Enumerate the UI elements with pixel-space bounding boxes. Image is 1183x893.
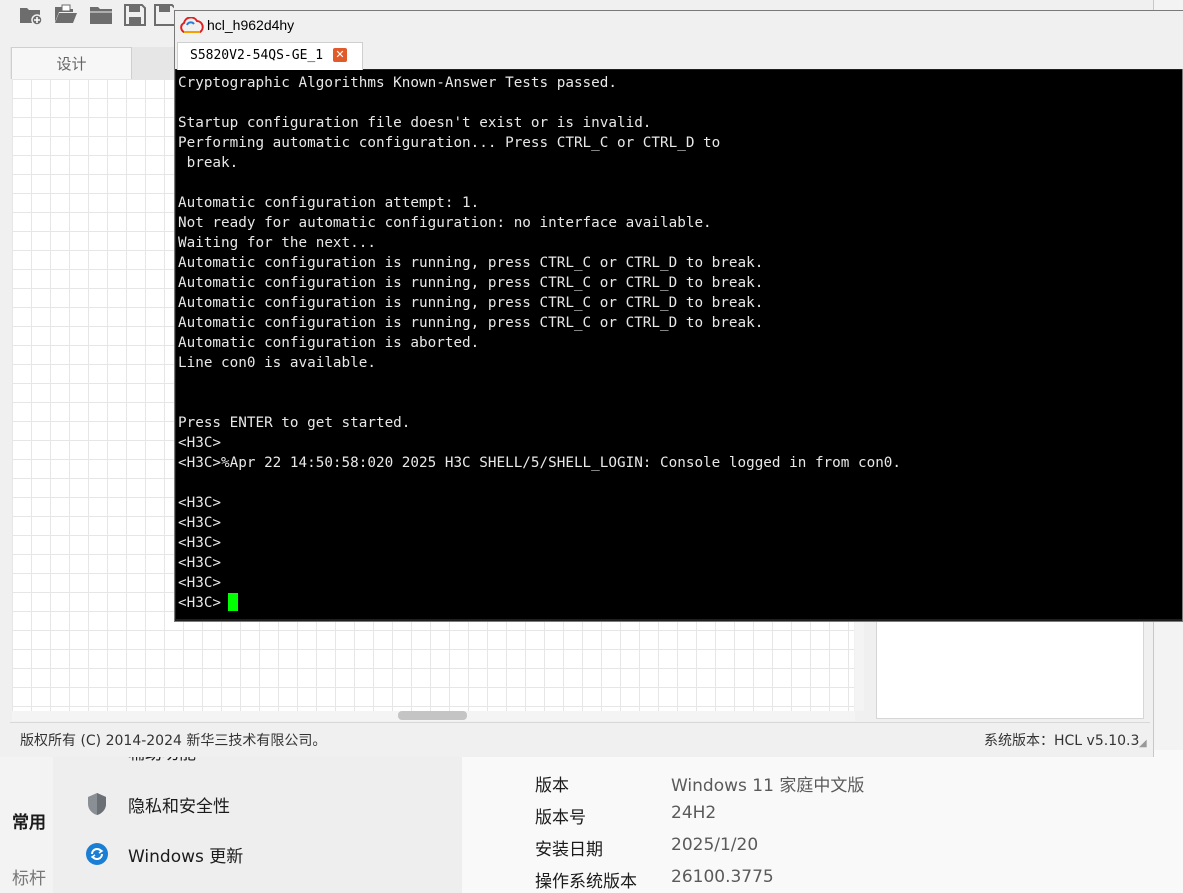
console-line: Waiting for the next... — [178, 235, 376, 251]
console-text: Cryptographic Algorithms Known-Answer Te… — [178, 73, 901, 613]
open-project-icon[interactable] — [53, 2, 79, 28]
console-line: <H3C> — [178, 495, 222, 511]
console-line: Not ready for automatic configuration: n… — [178, 215, 712, 231]
console-line: <H3C>%Apr 22 14:50:58:020 2025 H3C SHELL… — [178, 455, 902, 471]
console-line: Startup configuration file doesn't exist… — [178, 115, 652, 131]
spec-value-version: 24H2 — [671, 803, 717, 823]
spec-label-install-date: 安装日期 — [535, 840, 603, 860]
settings-nav-pane — [53, 750, 462, 893]
console-line: Cryptographic Algorithms Known-Answer Te… — [178, 75, 617, 91]
console-line: <H3C> — [178, 595, 222, 611]
tab-design[interactable]: 设计 — [11, 47, 132, 79]
console-line: Automatic configuration is running, pres… — [178, 255, 764, 271]
version-text: 系统版本：HCL v5.10.3 — [984, 733, 1140, 749]
console-line: Line con0 is available. — [178, 355, 376, 371]
console-line: <H3C> — [178, 535, 222, 551]
console-line: <H3C> — [178, 555, 222, 571]
console-line: Automatic configuration is running, pres… — [178, 275, 764, 291]
close-tab-icon[interactable]: ✕ — [333, 48, 347, 62]
spec-value-edition: Windows 11 家庭中文版 — [671, 776, 865, 796]
terminal-title-bar[interactable] — [175, 11, 1183, 41]
spec-label-os-build: 操作系统版本 — [535, 872, 637, 892]
console-line: Automatic configuration is aborted. — [178, 335, 480, 351]
console-line: <H3C> — [178, 575, 222, 591]
spec-label-version: 版本号 — [535, 808, 586, 828]
save-icon[interactable] — [122, 2, 148, 28]
console-line: Press ENTER to get started. — [178, 415, 411, 431]
folder-icon[interactable] — [88, 2, 114, 28]
console-line: break. — [178, 155, 239, 171]
console-line: <H3C> — [178, 435, 222, 451]
bottom-label: 标杆 — [12, 869, 46, 889]
save-as-icon[interactable] — [152, 2, 174, 28]
console-line: Automatic configuration attempt: 1. — [178, 195, 480, 211]
spec-value-os-build: 26100.3775 — [671, 867, 774, 887]
console-line: <H3C> — [178, 515, 222, 531]
console-line: Automatic configuration is running, pres… — [178, 295, 764, 311]
cloud-logo-icon — [178, 16, 206, 39]
nav-item-windows-update[interactable]: Windows 更新 — [85, 839, 243, 869]
nav-item-label: Windows 更新 — [128, 846, 244, 867]
nav-item-label: 隐私和安全性 — [128, 796, 230, 817]
console-line: Performing automatic configuration... Pr… — [178, 135, 721, 151]
terminal-title: hcl_h962d4hy — [207, 17, 295, 33]
resize-grip-icon[interactable]: ◢ — [1139, 738, 1147, 749]
terminal-tab-label: S5820V2-54QS-GE_1 — [190, 48, 324, 63]
shield-icon — [85, 792, 109, 816]
console-line: Automatic configuration is running, pres… — [178, 315, 764, 331]
nav-item-privacy[interactable]: 隐私和安全性 — [85, 789, 230, 819]
new-project-icon[interactable] — [18, 2, 44, 28]
device-panel — [876, 615, 1144, 719]
windows-update-icon — [85, 842, 109, 866]
section-label: 常用 — [12, 813, 46, 833]
spec-label-edition: 版本 — [535, 776, 569, 796]
terminal-cursor — [228, 593, 238, 611]
copyright-text: 版权所有 (C) 2014-2024 新华三技术有限公司。 — [20, 733, 327, 749]
horizontal-scrollbar-thumb[interactable] — [398, 711, 467, 720]
spec-value-install-date: 2025/1/20 — [671, 835, 759, 855]
